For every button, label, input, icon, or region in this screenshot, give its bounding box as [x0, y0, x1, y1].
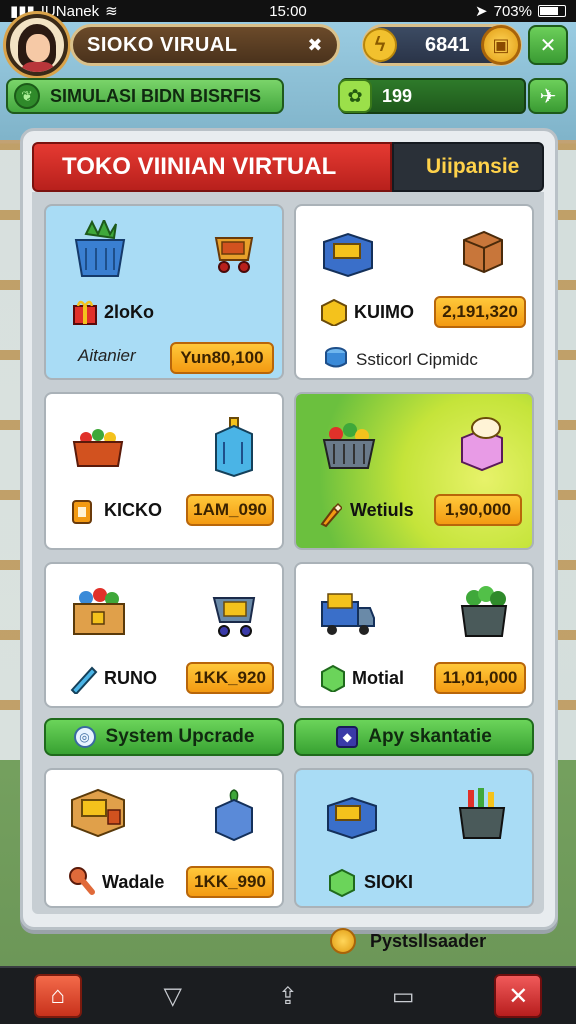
item-price[interactable]: 11,01,000	[434, 662, 526, 694]
battery-icon	[538, 5, 566, 17]
tube-icon	[70, 666, 98, 694]
system-upgrade-button[interactable]: ◎ System Upcrade	[44, 718, 284, 756]
edit-close-icon[interactable]: ✖	[307, 35, 323, 56]
close-icon: ✕	[508, 982, 529, 1010]
shop-item-card[interactable]: KUIMO 2,191,320 Ssticorl Cipmidc	[294, 204, 534, 380]
chat-icon: ▭	[391, 982, 415, 1010]
wrench-icon	[69, 867, 95, 895]
coin-value: 6841	[425, 33, 470, 56]
treasure-chest-icon	[71, 788, 125, 838]
green-block-icon	[329, 868, 355, 898]
tab-upgrade[interactable]: Uiipansie	[392, 142, 544, 192]
shopping-cart-icon	[212, 597, 256, 637]
item-price[interactable]: 2,191,320	[434, 296, 526, 328]
status-right: ➤ 703%	[475, 2, 566, 20]
footer-hint-text: Pystsllsaader	[370, 930, 487, 951]
system-upgrade-label: System Upcrade	[105, 726, 255, 747]
delivery-truck-icon	[321, 593, 375, 635]
cart-icon	[214, 237, 254, 273]
produce-crate-icon	[460, 586, 508, 637]
item-price[interactable]: 1,90,000	[434, 494, 522, 526]
panel-title: TOKO VIINIAN VIRTUAL	[32, 142, 392, 192]
simulation-banner[interactable]: ❦ SIMULASI BIDN BISRFIS	[6, 78, 284, 114]
cash-icon: ✿	[338, 79, 372, 113]
vegetable-box-icon	[72, 429, 124, 467]
cross-icon: ✕	[539, 34, 557, 57]
shop-item-card[interactable]: 2loKo Aitanier Yun80,100	[44, 204, 284, 380]
shop-item-card[interactable]: Wadale 1KK_990	[44, 768, 284, 908]
fruit-basket-icon	[322, 423, 376, 469]
blue-crate-icon	[327, 796, 377, 840]
battery-percent: 703%	[493, 2, 532, 20]
cube-icon: ◆	[336, 726, 359, 748]
export-button[interactable]: ⇪	[264, 974, 312, 1018]
status-bar: ▮▮▮ IUNanek ≋ 15:00 ➤ 703%	[0, 0, 576, 22]
shop-item-card[interactable]: SIOKI	[294, 768, 534, 908]
coin-icon	[330, 928, 356, 954]
toy-box-icon	[73, 588, 125, 635]
home-button[interactable]: ⌂	[33, 974, 82, 1018]
package-icon	[321, 298, 347, 326]
chevron-down-icon: ▽	[163, 982, 183, 1010]
lightning-icon: ϟ	[363, 28, 397, 62]
disk-icon	[325, 347, 347, 368]
leaf-icon: ❦	[14, 83, 40, 109]
item-subtitle: Aitanier	[78, 346, 136, 365]
item-name: KICKO	[104, 500, 162, 520]
cardboard-box-icon	[463, 230, 503, 274]
send-button[interactable]: ✈	[528, 78, 568, 114]
brush-icon	[320, 502, 342, 528]
shop-item-card[interactable]: RUNO 1KK_920	[44, 562, 284, 708]
export-icon: ⇪	[277, 982, 299, 1010]
coin-counter: ϟ 6841 ▣	[362, 24, 522, 66]
shop-item-card[interactable]: Wetiuls 1,90,000	[294, 392, 534, 550]
shop-item-card[interactable]: Motial 11,01,000	[294, 562, 534, 708]
item-name: RUNO	[104, 668, 157, 688]
item-name: KUIMO	[354, 302, 414, 322]
simulation-banner-text: SIMULASI BIDN BISRFIS	[50, 85, 262, 106]
add-coin-icon[interactable]: ▣	[481, 25, 521, 65]
jar-icon	[72, 500, 92, 524]
cash-counter: ✿ 199	[338, 78, 526, 114]
store-name-plate[interactable]: SIOKO VIRUAL ✖	[70, 24, 340, 66]
item-price[interactable]: 1KK_990	[186, 866, 274, 898]
settings-close-button[interactable]: ✕	[528, 25, 568, 65]
wifi-icon: ≋	[105, 3, 118, 20]
blue-box-plant-icon	[215, 789, 253, 842]
bottom-nav: ⌂ ▽ ⇪ ▭ ✕	[0, 966, 576, 1024]
shop-item-card[interactable]: KICKO 1AM_090	[44, 392, 284, 550]
panel-title-text: TOKO VIINIAN VIRTUAL	[62, 153, 337, 180]
chat-button[interactable]: ▭	[379, 974, 427, 1018]
item-name: SIOKI	[364, 872, 414, 892]
player-avatar[interactable]	[6, 14, 68, 76]
item-subtitle: Ssticorl Cipmidc	[356, 350, 478, 369]
item-name: Motial	[352, 668, 404, 688]
cash-value: 199	[382, 85, 413, 106]
store-name-text: SIOKO VIRUAL	[87, 33, 238, 56]
close-button[interactable]: ✕	[494, 974, 543, 1018]
location-icon: ➤	[475, 3, 488, 20]
gift-icon	[73, 300, 97, 325]
item-price[interactable]: Yun80,100	[170, 342, 274, 374]
paper-roll-icon	[461, 417, 503, 472]
bottle-crate-icon	[458, 788, 506, 839]
footer-hint[interactable]: Pystsllsaader	[330, 928, 486, 954]
item-price[interactable]: 1AM_090	[186, 494, 274, 526]
globe-icon: ◎	[73, 726, 96, 748]
home-icon: ⌂	[50, 982, 65, 1009]
crate-icon	[323, 232, 373, 278]
plant-basket-icon	[74, 220, 126, 277]
item-name: 2loKo	[104, 302, 155, 322]
plane-icon: ✈	[539, 85, 557, 108]
item-name: Wadale	[102, 872, 165, 892]
tab-upgrade-label: Uiipansie	[426, 155, 520, 178]
down-button[interactable]: ▽	[149, 974, 197, 1018]
apply-label: Apy skantatie	[368, 726, 492, 747]
green-cube-icon	[321, 664, 345, 692]
machine-icon	[215, 417, 253, 478]
item-price[interactable]: 1KK_920	[186, 662, 274, 694]
apply-button[interactable]: ◆ Apy skantatie	[294, 718, 534, 756]
item-name: Wetiuls	[350, 500, 414, 520]
